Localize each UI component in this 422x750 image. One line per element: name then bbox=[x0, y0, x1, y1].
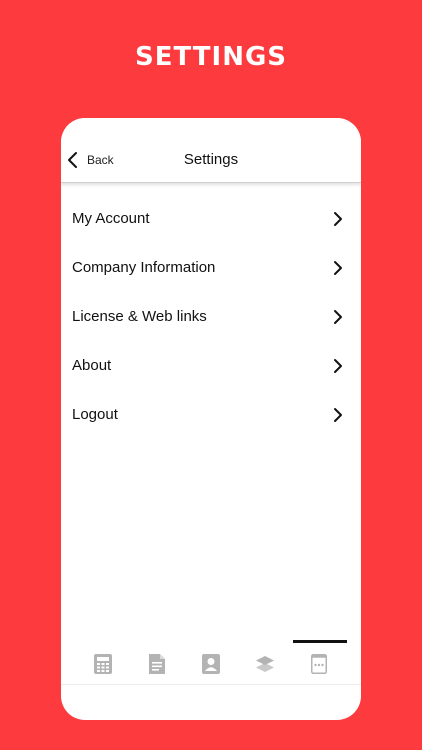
menu-item-label: License & Web links bbox=[72, 308, 207, 325]
tab-documents[interactable] bbox=[146, 652, 168, 676]
chevron-right-icon bbox=[333, 211, 343, 227]
menu-item-label: About bbox=[72, 357, 112, 374]
navigation-bar: Back Settings bbox=[61, 118, 361, 183]
tab-bar bbox=[61, 640, 361, 685]
banner-title: SETTINGS bbox=[134, 42, 288, 72]
document-icon bbox=[149, 654, 165, 674]
tab-layers[interactable] bbox=[254, 652, 276, 676]
menu-item-label: My Account bbox=[72, 210, 150, 227]
chevron-right-icon bbox=[333, 260, 343, 276]
menu-item-company-information[interactable]: Company Information bbox=[61, 243, 361, 292]
page-title: Settings bbox=[183, 151, 239, 168]
menu-item-my-account[interactable]: My Account bbox=[61, 194, 361, 243]
chevron-right-icon bbox=[333, 407, 343, 423]
menu-item-label: Logout bbox=[72, 406, 118, 423]
active-tab-indicator bbox=[293, 640, 347, 643]
tab-contacts[interactable] bbox=[200, 652, 222, 676]
tab-calculator[interactable] bbox=[92, 652, 114, 676]
settings-menu: My Account Company Information License &… bbox=[61, 194, 361, 439]
menu-item-label: Company Information bbox=[72, 259, 216, 276]
more-icon bbox=[311, 654, 327, 674]
menu-item-logout[interactable]: Logout bbox=[61, 390, 361, 439]
contact-card-icon bbox=[202, 654, 220, 674]
menu-item-about[interactable]: About bbox=[61, 341, 361, 390]
tab-more[interactable] bbox=[308, 652, 330, 676]
layers-icon bbox=[255, 654, 275, 674]
menu-item-license-web-links[interactable]: License & Web links bbox=[61, 292, 361, 341]
chevron-right-icon bbox=[333, 309, 343, 325]
chevron-right-icon bbox=[333, 358, 343, 374]
phone-screen: Back Settings My Account Company Informa… bbox=[61, 118, 361, 720]
calculator-icon bbox=[94, 654, 112, 674]
